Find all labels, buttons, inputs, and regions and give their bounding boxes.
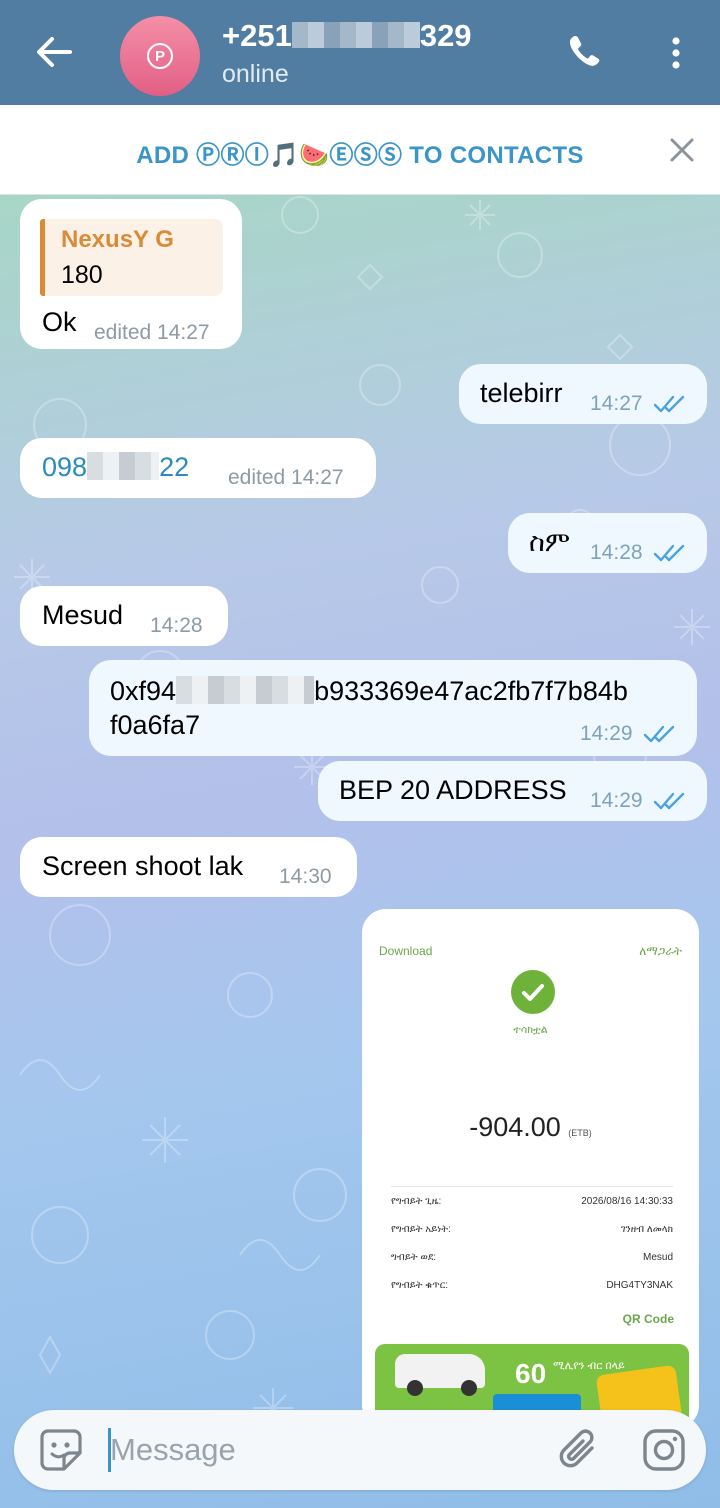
- row-value: DHG4TY3NAK: [606, 1280, 673, 1291]
- message-bubble-incoming[interactable]: Mesud 14:28: [20, 586, 228, 646]
- message-time: edited 14:27: [94, 321, 210, 344]
- sticker-smile-icon[interactable]: [38, 1427, 84, 1473]
- row-key: የግብይት ቁጥር:: [391, 1280, 449, 1291]
- row-value: Mesud: [642, 1252, 673, 1263]
- message-text-line2: f0a6fa7: [110, 710, 201, 740]
- chat-header: P +251 329 online: [0, 0, 720, 105]
- message-text: telebirr: [480, 378, 563, 408]
- row-key: ግብይት ወደ:: [391, 1252, 437, 1263]
- message-time: 14:28: [590, 541, 643, 564]
- receipt-photo[interactable]: Download ለማጋራት ተሳክቷል -904.00 (ETB) የግብይት…: [362, 909, 699, 1429]
- receipt-share: ለማጋራት: [639, 944, 682, 958]
- peer-status: online: [222, 60, 289, 88]
- message-bubble-incoming[interactable]: 098 22 edited 14:27: [20, 438, 376, 498]
- car-wheel: [461, 1380, 477, 1396]
- reply-accent-bar: [40, 219, 45, 296]
- message-text: Mesud: [42, 600, 124, 630]
- camera-icon[interactable]: [640, 1426, 688, 1474]
- amount-currency: (ETB): [568, 1128, 592, 1138]
- receipt-download: Download: [379, 944, 433, 958]
- message-time: 14:28: [150, 614, 203, 637]
- phone-icon[interactable]: [562, 30, 608, 76]
- peer-name-suffix: 329: [419, 18, 472, 53]
- message-time: 14:30: [279, 865, 332, 888]
- row-value: ገንዘብ ለመላክ: [620, 1224, 673, 1235]
- redacted-blur: [291, 22, 420, 48]
- phone-link[interactable]: 098 22: [42, 452, 189, 483]
- row-key: የግብይት ጊዜ:: [391, 1196, 442, 1207]
- reply-author: NexusY G: [61, 226, 174, 253]
- banner-number: 60: [515, 1358, 547, 1389]
- amount-value: -904.00: [469, 1112, 561, 1142]
- address-line1-suffix: b933369e47ac2fb7f7b84b: [314, 676, 628, 706]
- divider: [391, 1186, 673, 1187]
- message-bubble-incoming[interactable]: NexusY G 180 Ok edited 14:27: [20, 199, 242, 349]
- message-text: Ok: [42, 307, 77, 337]
- message-input[interactable]: [110, 1424, 530, 1476]
- more-vertical-icon[interactable]: [656, 30, 696, 76]
- message-time: 14:29: [590, 789, 643, 812]
- receipt-status: ተሳክቷል: [513, 1024, 548, 1036]
- add-contact-bar: ADD ⓅⓇⒾ🎵🍉ⒺⓈⓈ TO CONTACTS: [0, 105, 720, 195]
- reply-quote[interactable]: NexusY G 180: [40, 219, 223, 296]
- peer-name-prefix: +251: [222, 18, 292, 53]
- receipt-amount: -904.00 (ETB): [365, 1112, 696, 1143]
- message-bubble-outgoing[interactable]: telebirr 14:27: [459, 364, 707, 424]
- message-composer: [14, 1410, 706, 1490]
- message-text: Screen shoot lak: [42, 851, 244, 881]
- avatar-initial: P: [147, 43, 173, 69]
- message-bubble-outgoing[interactable]: ስም 14:28: [508, 513, 707, 573]
- reply-text: 180: [61, 261, 103, 289]
- arrow-left-icon[interactable]: [30, 28, 78, 76]
- redacted-blur: [87, 452, 160, 480]
- double-check-icon: [653, 792, 685, 810]
- row-value: 2026/08/16 14:30:33: [581, 1196, 673, 1207]
- double-check-icon: [653, 544, 685, 562]
- banner-text: ሚሊየን ብር በላይ: [553, 1360, 625, 1372]
- message-time: 14:27: [590, 392, 643, 415]
- phone-prefix: 098: [42, 452, 88, 482]
- double-check-icon: [653, 395, 685, 413]
- message-time: edited 14:27: [228, 466, 344, 489]
- receipt-qr-code: QR Code: [622, 1312, 674, 1326]
- message-list[interactable]: NexusY G 180 Ok edited 14:27 telebirr 14…: [0, 195, 720, 1508]
- message-time: 14:29: [580, 722, 633, 745]
- double-check-icon: [643, 725, 675, 743]
- peer-name[interactable]: +251 329: [222, 18, 472, 54]
- car-wheel: [407, 1380, 423, 1396]
- paperclip-icon[interactable]: [556, 1426, 604, 1474]
- message-text: 0xf94 b933369e47ac2fb7f7b84b: [110, 676, 628, 707]
- success-check-icon: [511, 970, 555, 1014]
- message-bubble-incoming[interactable]: Screen shoot lak 14:30: [20, 837, 357, 897]
- redacted-blur: [176, 676, 315, 704]
- avatar[interactable]: P: [120, 16, 200, 96]
- message-bubble-outgoing[interactable]: BEP 20 ADDRESS 14:29: [318, 761, 707, 821]
- message-text: ስም: [529, 527, 571, 557]
- row-key: የግብይት አይነት:: [391, 1224, 451, 1235]
- address-line1-prefix: 0xf94: [110, 676, 177, 706]
- close-icon[interactable]: [664, 132, 700, 168]
- message-text: BEP 20 ADDRESS: [339, 775, 567, 805]
- add-to-contacts-button[interactable]: ADD ⓅⓇⒾ🎵🍉ⒺⓈⓈ TO CONTACTS: [0, 135, 720, 170]
- message-bubble-outgoing[interactable]: 0xf94 b933369e47ac2fb7f7b84b f0a6fa7 14:2…: [89, 660, 697, 756]
- phone-suffix: 22: [159, 452, 190, 482]
